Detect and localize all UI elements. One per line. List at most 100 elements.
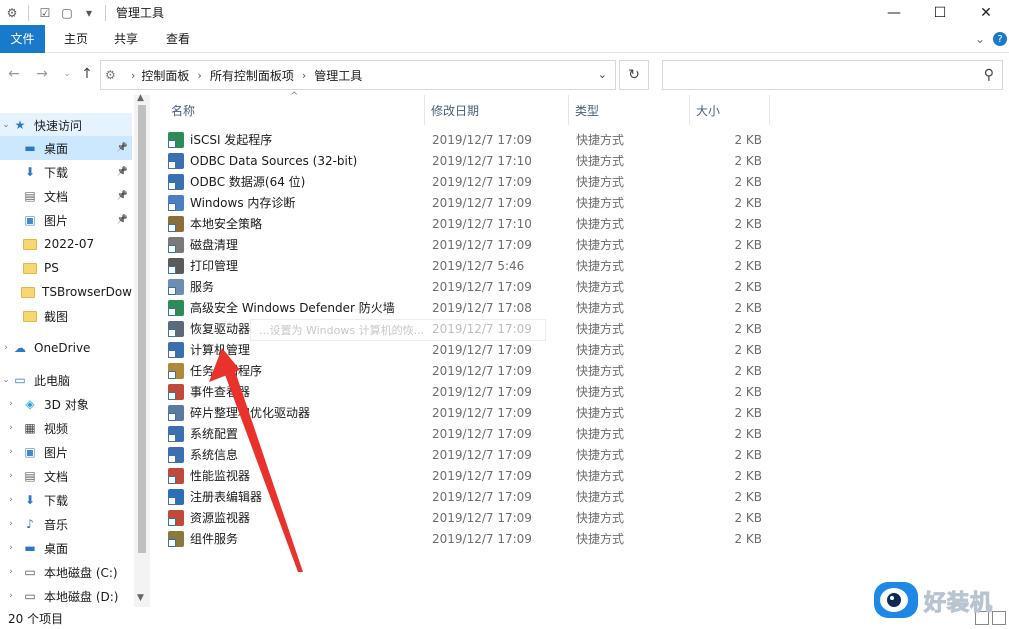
file-row[interactable]: ODBC 数据源(64 位) 2019/12/7 17:09 快捷方式 2 KB xyxy=(168,171,778,192)
shortcut-icon xyxy=(168,404,184,421)
file-row[interactable]: ODBC Data Sources (32-bit) 2019/12/7 17:1… xyxy=(168,150,778,171)
expand-caret-icon[interactable]: › xyxy=(0,495,22,505)
tab-home[interactable]: 主页 xyxy=(45,25,100,53)
file-row[interactable]: 计算机管理 2019/12/7 17:09 快捷方式 2 KB xyxy=(168,339,778,360)
expand-caret-icon[interactable]: › xyxy=(0,343,12,353)
nav-pc-item[interactable]: › ▭ 本地磁盘 (C:) xyxy=(0,560,132,584)
nav-quick-item[interactable]: ▬ 桌面 📌 xyxy=(0,136,132,160)
tab-file[interactable]: 文件 xyxy=(0,24,45,53)
nav-quick-item[interactable]: ⬇ 下载 📌 xyxy=(0,160,132,184)
nav-pc-item[interactable]: › ♪ 音乐 xyxy=(0,512,132,536)
file-row[interactable]: 事件查看器 2019/12/7 17:09 快捷方式 2 KB xyxy=(168,381,778,402)
shortcut-icon xyxy=(168,446,184,463)
close-button[interactable]: ✕ xyxy=(963,0,1009,25)
nav-quick-item[interactable]: ▣ 图片 📌 xyxy=(0,208,132,232)
shortcut-icon xyxy=(168,509,184,526)
new-folder-icon[interactable]: ▢ xyxy=(59,5,75,21)
tab-view[interactable]: 查看 xyxy=(150,25,202,53)
search-input[interactable]: ⚲ xyxy=(662,60,1003,90)
file-size: 2 KB xyxy=(690,234,762,255)
tab-share[interactable]: 共享 xyxy=(100,25,150,53)
expand-caret-icon[interactable]: ⌄ xyxy=(0,375,12,385)
file-date: 2019/12/7 17:09 xyxy=(432,486,532,507)
nav-pc-item[interactable]: › ⬇ 下载 xyxy=(0,488,132,512)
nav-scrollbar[interactable]: ▲ ▼ xyxy=(134,93,150,607)
expand-caret-icon[interactable]: › xyxy=(0,399,22,409)
navigation-pane: ⌄ ★ 快速访问 ▬ 桌面 📌 ⬇ 下载 📌 ▤ 文档 📌 ▣ 图片 📌 2022-07 PS TSBrow… xyxy=(0,95,150,607)
file-row[interactable]: 组件服务 2019/12/7 17:09 快捷方式 2 KB xyxy=(168,528,778,549)
file-row[interactable]: iSCSI 发起程序 2019/12/7 17:09 快捷方式 2 KB xyxy=(168,129,778,150)
file-size-text: 2 KB xyxy=(734,174,762,189)
window-controls: — ☐ ✕ xyxy=(871,0,1009,25)
breadcrumb-chevron-icon[interactable]: › xyxy=(197,69,201,82)
up-button[interactable]: ↑ xyxy=(76,63,98,85)
nav-quick-item[interactable]: 截图 xyxy=(0,304,132,328)
expand-caret-icon[interactable]: › xyxy=(0,591,22,601)
nav-quick-access[interactable]: ⌄ ★ 快速访问 xyxy=(0,113,132,137)
nav-pc-item[interactable]: › ▬ 桌面 xyxy=(0,536,132,560)
nav-pc-item[interactable]: › ◈ 3D 对象 xyxy=(0,392,132,416)
file-name-text: 任务计划程序 xyxy=(190,364,263,378)
breadcrumb-admin-tools[interactable]: 管理工具 xyxy=(314,67,362,84)
file-row[interactable]: 服务 2019/12/7 17:09 快捷方式 2 KB xyxy=(168,276,778,297)
nav-this-pc[interactable]: ⌄ ▭ 此电脑 xyxy=(0,368,132,392)
address-history-icon[interactable]: ⌄ xyxy=(598,68,607,81)
file-row[interactable]: 系统配置 2019/12/7 17:09 快捷方式 2 KB xyxy=(168,423,778,444)
file-row[interactable]: 性能监视器 2019/12/7 17:09 快捷方式 2 KB xyxy=(168,465,778,486)
file-row[interactable]: 系统信息 2019/12/7 17:09 快捷方式 2 KB xyxy=(168,444,778,465)
nav-quick-item[interactable]: TSBrowserDow xyxy=(0,280,132,304)
nav-pc-item[interactable]: › ▤ 文档 xyxy=(0,464,132,488)
shortcut-icon xyxy=(168,194,184,211)
expand-caret-icon[interactable]: › xyxy=(0,471,22,481)
explorer-settings-icon[interactable]: ⚙ xyxy=(4,5,20,21)
nav-pc-item[interactable]: › ▦ 视频 xyxy=(0,416,132,440)
breadcrumb-chevron-icon[interactable]: › xyxy=(131,69,135,82)
expand-caret-icon[interactable]: ⌄ xyxy=(0,120,12,130)
breadcrumb-chevron-icon[interactable]: › xyxy=(302,69,306,82)
nav-label: 快速访问 xyxy=(34,118,83,133)
scrollbar-thumb[interactable] xyxy=(138,105,146,553)
scroll-down-icon[interactable]: ▼ xyxy=(137,593,144,603)
recent-locations-icon[interactable]: ⌄ xyxy=(56,63,78,85)
properties-icon[interactable]: ☑ xyxy=(37,5,53,21)
file-row[interactable]: 本地安全策略 2019/12/7 17:10 快捷方式 2 KB xyxy=(168,213,778,234)
file-row[interactable]: 高级安全 Windows Defender 防火墙 2019/12/7 17:08… xyxy=(168,297,778,318)
nav-pc-item[interactable]: › ▭ 本地磁盘 (D:) xyxy=(0,584,132,607)
nav-quick-item[interactable]: ▤ 文档 📌 xyxy=(0,184,132,208)
file-row[interactable]: Windows 内存诊断 2019/12/7 17:09 快捷方式 2 KB xyxy=(168,192,778,213)
column-date[interactable]: 修改日期 xyxy=(425,95,569,125)
expand-caret-icon[interactable]: › xyxy=(0,423,22,433)
scroll-up-icon[interactable]: ▲ xyxy=(137,93,144,103)
file-row[interactable]: 碎片整理和优化驱动器 2019/12/7 17:09 快捷方式 2 KB xyxy=(168,402,778,423)
file-name-text: 性能监视器 xyxy=(190,469,251,483)
file-row[interactable]: 任务计划程序 2019/12/7 17:09 快捷方式 2 KB xyxy=(168,360,778,381)
file-date: 2019/12/7 17:09 xyxy=(432,276,532,297)
expand-caret-icon[interactable]: › xyxy=(0,519,22,529)
nav-quick-item[interactable]: 2022-07 xyxy=(0,232,132,256)
nav-pc-item[interactable]: › ▣ 图片 xyxy=(0,440,132,464)
help-icon[interactable]: ? xyxy=(993,32,1007,46)
column-type[interactable]: 类型 xyxy=(569,95,690,125)
maximize-button[interactable]: ☐ xyxy=(917,0,963,25)
refresh-button[interactable]: ↻ xyxy=(619,60,649,90)
file-type-text: 快捷方式 xyxy=(576,490,625,504)
nav-quick-item[interactable]: PS xyxy=(0,256,132,280)
expand-caret-icon[interactable]: › xyxy=(0,543,22,553)
file-row[interactable]: 资源监视器 2019/12/7 17:09 快捷方式 2 KB xyxy=(168,507,778,528)
file-size: 2 KB xyxy=(690,465,762,486)
forward-button[interactable]: → xyxy=(31,63,53,85)
back-button[interactable]: ← xyxy=(3,63,25,85)
breadcrumb-control-panel[interactable]: 控制面板 xyxy=(141,67,189,84)
file-row[interactable]: 打印管理 2019/12/7 5:46 快捷方式 2 KB xyxy=(168,255,778,276)
file-row[interactable]: 注册表编辑器 2019/12/7 17:09 快捷方式 2 KB xyxy=(168,486,778,507)
minimize-button[interactable]: — xyxy=(871,0,917,25)
column-size[interactable]: 大小 xyxy=(690,95,770,125)
expand-caret-icon[interactable]: › xyxy=(0,567,22,577)
expand-caret-icon[interactable]: › xyxy=(0,447,22,457)
nav-onedrive[interactable]: › ☁ OneDrive xyxy=(0,336,132,360)
expand-ribbon-icon[interactable]: ⌄ xyxy=(975,32,985,46)
file-row[interactable]: 磁盘清理 2019/12/7 17:09 快捷方式 2 KB xyxy=(168,234,778,255)
address-bar[interactable]: ⚙ › 控制面板 › 所有控制面板项 › 管理工具 ⌄ xyxy=(100,60,616,90)
customize-toolbar-icon[interactable]: ▾ xyxy=(81,5,97,21)
breadcrumb-all-items[interactable]: 所有控制面板项 xyxy=(210,67,294,84)
